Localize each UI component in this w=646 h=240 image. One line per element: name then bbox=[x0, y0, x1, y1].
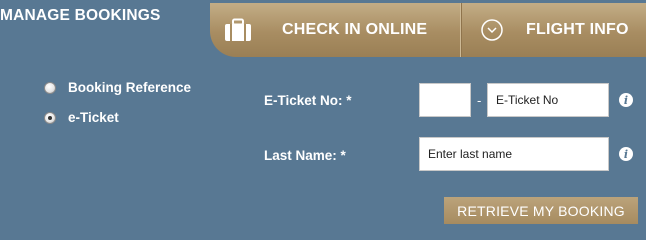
eticket-number-label: E-Ticket No: * bbox=[264, 93, 352, 108]
radio-label-eticket: e-Ticket bbox=[68, 110, 119, 125]
tab-check-in-online-label: CHECK IN ONLINE bbox=[282, 21, 428, 38]
clock-icon bbox=[481, 19, 503, 41]
page-title: MANAGE BOOKINGS bbox=[0, 7, 161, 24]
tab-flight-info-label: FLIGHT INFO bbox=[526, 21, 629, 38]
info-icon[interactable]: i bbox=[619, 93, 633, 107]
eticket-number-input[interactable] bbox=[487, 83, 609, 117]
tab-bar: CHECK IN ONLINE FLIGHT INFO bbox=[210, 3, 646, 57]
info-icon[interactable]: i bbox=[619, 147, 633, 161]
radio-eticket[interactable]: e-Ticket bbox=[44, 110, 119, 125]
manage-bookings-panel: MANAGE BOOKINGS CHECK IN ONLINE FLIGHT I… bbox=[0, 0, 646, 226]
radio-booking-reference[interactable]: Booking Reference bbox=[44, 80, 191, 95]
radio-label-booking-reference: Booking Reference bbox=[68, 80, 192, 95]
last-name-input[interactable] bbox=[419, 137, 609, 171]
eticket-prefix-input[interactable] bbox=[419, 83, 471, 117]
last-name-label: Last Name: * bbox=[264, 148, 346, 163]
suitcase-icon bbox=[225, 18, 251, 41]
eticket-separator: - bbox=[477, 93, 482, 108]
tab-check-in-online[interactable]: CHECK IN ONLINE bbox=[210, 3, 461, 57]
retrieve-booking-button[interactable]: RETRIEVE MY BOOKING bbox=[444, 197, 638, 224]
radio-button-booking-reference[interactable] bbox=[44, 81, 56, 94]
tab-flight-info[interactable]: FLIGHT INFO bbox=[461, 3, 646, 57]
radio-button-eticket[interactable] bbox=[44, 111, 56, 124]
